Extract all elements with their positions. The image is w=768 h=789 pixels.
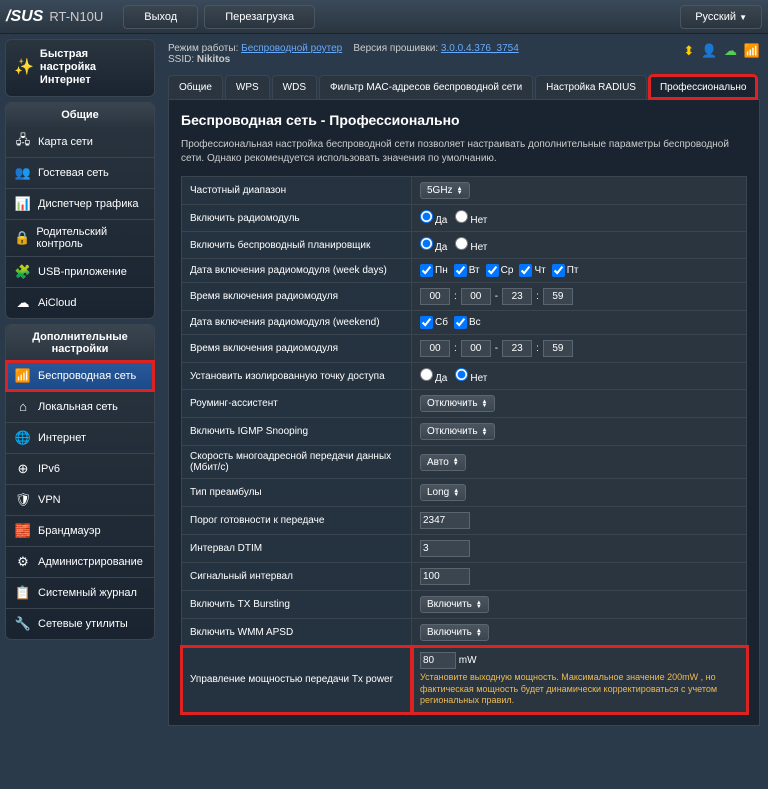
sched-no bbox=[455, 237, 468, 250]
wand-icon: ✨ bbox=[14, 57, 34, 79]
nav-icon: ⌂ bbox=[14, 398, 32, 416]
sidebar-item-1[interactable]: 👥Гостевая сеть bbox=[6, 157, 154, 188]
t2h2[interactable] bbox=[502, 340, 532, 357]
main-content: ⬍ 👤 ☁ 📶 Режим работы: Беспроводной роуте… bbox=[160, 34, 768, 789]
weekday-Пн[interactable]: Пн bbox=[420, 264, 448, 277]
usb-icon: ⬍ bbox=[683, 43, 694, 58]
tab-4[interactable]: Настройка RADIUS bbox=[535, 75, 647, 99]
weekend-Вс[interactable]: Вс bbox=[454, 316, 481, 329]
nav-icon: 🧩 bbox=[14, 263, 32, 281]
mode-link[interactable]: Беспроводной роутер bbox=[241, 43, 342, 54]
tab-1[interactable]: WPS bbox=[225, 75, 270, 99]
beacon-input[interactable] bbox=[420, 568, 470, 585]
sidebar-item-2[interactable]: 📊Диспетчер трафика bbox=[6, 188, 154, 219]
user-icon: 👤 bbox=[701, 43, 717, 58]
nav-icon: 🔧 bbox=[14, 615, 32, 633]
model-label: RT-N10U bbox=[49, 9, 103, 24]
sidebar-item-5[interactable]: ☁AiCloud bbox=[6, 287, 154, 318]
sidebar-item-0[interactable]: 🖧Карта сети bbox=[6, 127, 154, 157]
txpower-warning: Установите выходную мощность. Максимальн… bbox=[420, 672, 738, 707]
t2h1[interactable] bbox=[420, 340, 450, 357]
t1h1[interactable] bbox=[420, 288, 450, 305]
qis-label: Быстрая настройка Интернет bbox=[40, 48, 146, 88]
nav-icon: 📶 bbox=[14, 367, 32, 385]
weekday-Чт[interactable]: Чт bbox=[519, 264, 545, 277]
nav-icon: ⊕ bbox=[14, 460, 32, 478]
t1h2[interactable] bbox=[502, 288, 532, 305]
nav-icon: 🛡 bbox=[14, 491, 32, 509]
sidebar-item-4[interactable]: 🧩USB-приложение bbox=[6, 256, 154, 287]
tab-0[interactable]: Общие bbox=[168, 75, 223, 99]
nav-icon: ⚙ bbox=[14, 553, 32, 571]
nav-icon: 🔒 bbox=[14, 229, 30, 247]
ssid-value: Nikitos bbox=[197, 54, 230, 65]
nav-icon: 🧱 bbox=[14, 522, 32, 540]
iso-yes bbox=[420, 368, 433, 381]
sidebar-adv-item-7[interactable]: 📋Системный журнал bbox=[6, 577, 154, 608]
brand-logo: /SUS bbox=[6, 8, 43, 26]
t2m2[interactable] bbox=[543, 340, 573, 357]
sidebar-general-header: Общие bbox=[6, 103, 154, 127]
mcast-select[interactable]: Авто▲▼ bbox=[420, 454, 466, 471]
radio-no bbox=[455, 210, 468, 223]
weekday-Вт[interactable]: Вт bbox=[454, 264, 480, 277]
wifi-status-icon: 📶 bbox=[744, 43, 760, 58]
wmm-select[interactable]: Включить▲▼ bbox=[420, 624, 489, 641]
logout-button[interactable]: Выход bbox=[123, 5, 198, 29]
igmp-select[interactable]: Отключить▲▼ bbox=[420, 423, 495, 440]
nav-icon: 👥 bbox=[14, 164, 32, 182]
tab-3[interactable]: Фильтр MAC-адресов беспроводной сети bbox=[319, 75, 533, 99]
tab-2[interactable]: WDS bbox=[272, 75, 317, 99]
rts-input[interactable] bbox=[420, 512, 470, 529]
dtim-input[interactable] bbox=[420, 540, 470, 557]
t2m1[interactable] bbox=[461, 340, 491, 357]
sidebar-item-3[interactable]: 🔒Родительский контроль bbox=[6, 219, 154, 256]
sidebar-adv-item-5[interactable]: 🧱Брандмауэр bbox=[6, 515, 154, 546]
sidebar: ✨ Быстрая настройка Интернет Общие 🖧Карт… bbox=[0, 34, 160, 789]
reboot-button[interactable]: Перезагрузка bbox=[204, 5, 315, 29]
status-icons: ⬍ 👤 ☁ 📶 bbox=[679, 43, 760, 59]
page-title: Беспроводная сеть - Профессионально bbox=[181, 112, 747, 128]
sidebar-adv-item-3[interactable]: ⊕IPv6 bbox=[6, 453, 154, 484]
t1m2[interactable] bbox=[543, 288, 573, 305]
band-select[interactable]: 5GHz▲▼ bbox=[420, 182, 470, 199]
sidebar-adv-item-2[interactable]: 🌐Интернет bbox=[6, 422, 154, 453]
cloud-icon: ☁ bbox=[724, 43, 737, 58]
tab-5[interactable]: Профессионально bbox=[649, 75, 757, 99]
iso-no bbox=[455, 368, 468, 381]
radio-yes bbox=[420, 210, 433, 223]
info-bar: ⬍ 👤 ☁ 📶 Режим работы: Беспроводной роуте… bbox=[168, 39, 760, 69]
nav-icon: ☁ bbox=[14, 294, 32, 312]
sidebar-advanced-header: Дополнительные настройки bbox=[6, 325, 154, 361]
weekday-Пт[interactable]: Пт bbox=[552, 264, 579, 277]
txburst-select[interactable]: Включить▲▼ bbox=[420, 596, 489, 613]
txpower-input[interactable] bbox=[420, 652, 456, 669]
sidebar-adv-item-6[interactable]: ⚙Администрирование bbox=[6, 546, 154, 577]
tabs: ОбщиеWPSWDSФильтр MAC-адресов беспроводн… bbox=[168, 75, 760, 100]
nav-icon: 📊 bbox=[14, 195, 32, 213]
nav-icon: 🌐 bbox=[14, 429, 32, 447]
nav-icon: 📋 bbox=[14, 584, 32, 602]
sidebar-adv-item-0[interactable]: 📶Беспроводная сеть bbox=[6, 361, 154, 391]
settings-table: Частотный диапазон 5GHz▲▼ Включить радио… bbox=[181, 176, 747, 713]
sidebar-adv-item-1[interactable]: ⌂Локальная сеть bbox=[6, 391, 154, 422]
header-bar: /SUS RT-N10U Выход Перезагрузка Русский … bbox=[0, 0, 768, 34]
qis-button[interactable]: ✨ Быстрая настройка Интернет bbox=[5, 39, 155, 97]
sidebar-adv-item-8[interactable]: 🔧Сетевые утилиты bbox=[6, 608, 154, 639]
language-select[interactable]: Русский ▼ bbox=[680, 5, 762, 29]
weekend-Сб[interactable]: Сб bbox=[420, 316, 448, 329]
preamble-select[interactable]: Long▲▼ bbox=[420, 484, 466, 501]
t1m1[interactable] bbox=[461, 288, 491, 305]
sched-yes bbox=[420, 237, 433, 250]
weekday-Ср[interactable]: Ср bbox=[486, 264, 514, 277]
fw-link[interactable]: 3.0.0.4.376_3754 bbox=[441, 43, 519, 54]
nav-icon: 🖧 bbox=[14, 133, 32, 151]
page-desc: Профессиональная настройка беспроводной … bbox=[181, 138, 747, 166]
roaming-select[interactable]: Отключить▲▼ bbox=[420, 395, 495, 412]
sidebar-adv-item-4[interactable]: 🛡VPN bbox=[6, 484, 154, 515]
